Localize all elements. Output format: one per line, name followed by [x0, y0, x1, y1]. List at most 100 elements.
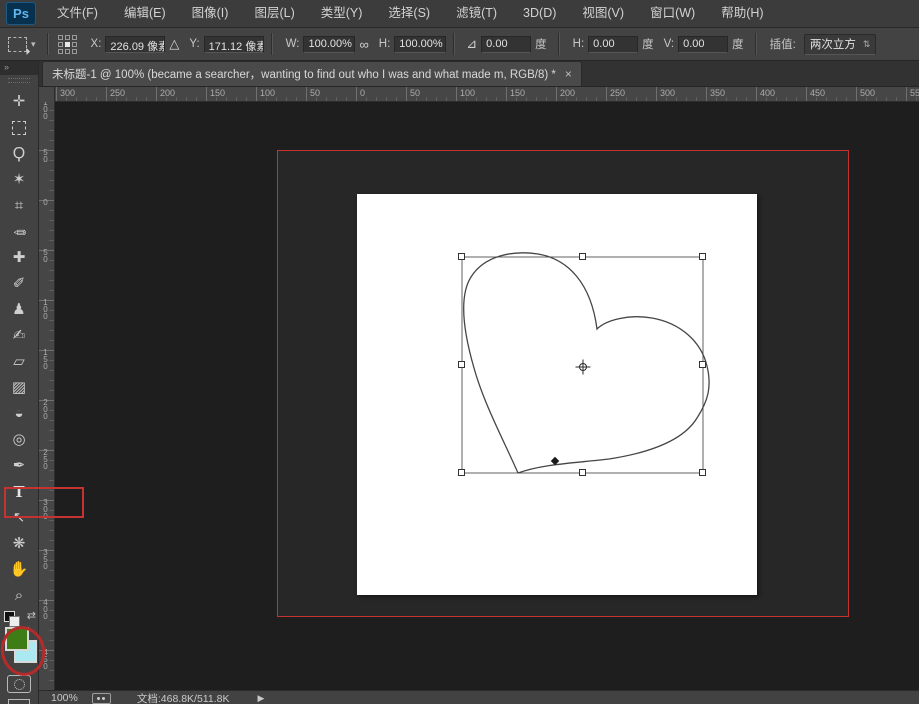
vertical-ruler[interactable]: 10050050100150200250300350400450	[39, 102, 55, 690]
ruler-label: 250	[41, 448, 50, 469]
magic-wand-tool[interactable]: ✶	[4, 167, 34, 193]
document-tab-title: 未标题-1 @ 100% (became a searcher，wanting …	[52, 66, 556, 82]
dodge-tool[interactable]: ◎	[4, 427, 34, 453]
default-colors-icon[interactable]	[4, 611, 15, 622]
transform-handle[interactable]	[458, 361, 465, 368]
ruler-label: 100	[260, 88, 275, 98]
ruler-label: 350	[710, 88, 725, 98]
ruler-label: 0	[360, 88, 365, 98]
lasso-tool[interactable]: Ϙ	[4, 141, 34, 167]
move-tool[interactable]: ✛	[4, 89, 34, 115]
marquee-tool[interactable]	[4, 115, 34, 141]
menu-item[interactable]: 选择(S)	[375, 0, 443, 27]
y-position-field[interactable]: 171.12 像素	[204, 36, 264, 53]
ruler-label: 300	[60, 88, 75, 98]
menu-item[interactable]: 3D(D)	[510, 0, 569, 27]
ruler-label: 400	[41, 598, 50, 619]
width-scale-field[interactable]: 100.00%	[303, 36, 355, 53]
lasso-icon: Ϙ	[13, 146, 25, 162]
ruler-label: 450	[810, 88, 825, 98]
ruler-label: 250	[610, 88, 625, 98]
transform-tool-icon	[8, 37, 27, 52]
degree-label: 度	[642, 36, 654, 52]
panel-grip[interactable]	[8, 78, 30, 83]
skew-v-label: V:	[664, 38, 674, 50]
history-brush-tool[interactable]: ✍	[4, 323, 34, 349]
y-label: Y:	[189, 38, 199, 50]
height-scale-field[interactable]: 100.00%	[394, 36, 446, 53]
clone-stamp-icon: ♟	[12, 302, 25, 317]
tools-panel: » ✛ Ϙ ✶ ⌗ ✎ ✚	[0, 61, 39, 704]
relative-position-toggle[interactable]: △	[165, 36, 183, 52]
menu-item[interactable]: 编辑(E)	[111, 0, 179, 27]
horizontal-ruler[interactable]: 3002502001501005005010015020025030035040…	[55, 87, 919, 102]
ruler-label: 500	[860, 88, 875, 98]
menu-item[interactable]: 窗口(W)	[637, 0, 708, 27]
brush-tool[interactable]: ✐	[4, 271, 34, 297]
foreground-color-swatch[interactable]	[5, 627, 29, 651]
blur-tool[interactable]: ◒	[4, 401, 34, 427]
skew-h-field[interactable]: 0.00	[588, 36, 638, 53]
ruler-label: 100	[41, 102, 50, 119]
crop-tool[interactable]: ⌗	[4, 193, 34, 219]
zoom-level-field[interactable]: 100%	[51, 692, 78, 704]
ruler-label: 150	[41, 348, 50, 369]
quick-mask-button[interactable]	[7, 675, 31, 693]
x-position-field[interactable]: 226.09 像素	[105, 36, 165, 53]
close-tab-icon[interactable]: ×	[565, 67, 572, 81]
updown-arrows-icon: ⇅	[863, 39, 871, 50]
chevron-down-icon[interactable]: ▾	[31, 39, 36, 50]
custom-shape-tool[interactable]: ❋	[4, 531, 34, 557]
interpolation-label: 插值:	[770, 36, 796, 52]
healing-brush-tool[interactable]: ✚	[4, 245, 34, 271]
paint-bucket-tool[interactable]: ▨	[4, 375, 34, 401]
transform-handle[interactable]	[458, 469, 465, 476]
zoom-tool[interactable]: ⌕	[4, 583, 34, 609]
path-selection-tool[interactable]: ↖	[4, 505, 34, 531]
menu-item[interactable]: 滤镜(T)	[443, 0, 510, 27]
path-selection-icon: ↖	[13, 510, 26, 525]
transform-handle[interactable]	[699, 253, 706, 260]
eraser-tool[interactable]: ▱	[4, 349, 34, 375]
ruler-label: 400	[760, 88, 775, 98]
swap-colors-icon[interactable]: ⇄	[27, 609, 36, 622]
ruler-label: 300	[41, 498, 50, 519]
custom-shape-icon: ❋	[13, 536, 26, 551]
collapse-panel-button[interactable]: »	[0, 61, 38, 75]
reference-point-locator[interactable]	[58, 35, 77, 54]
type-tool[interactable]: T	[4, 479, 34, 505]
width-label: W:	[286, 38, 300, 50]
menu-item[interactable]: 帮助(H)	[708, 0, 776, 27]
screen-mode-button[interactable]	[8, 699, 30, 704]
document-page[interactable]	[357, 194, 757, 595]
transform-handle[interactable]	[699, 361, 706, 368]
ruler-label: 150	[510, 88, 525, 98]
photoshop-logo: Ps	[6, 2, 36, 25]
rotation-field[interactable]: 0.00	[481, 36, 531, 53]
transform-handle[interactable]	[699, 469, 706, 476]
eyedropper-tool[interactable]: ✎	[4, 219, 34, 245]
document-size-info[interactable]: 文档:468.8K/511.8K	[137, 691, 230, 704]
hand-tool[interactable]: ✋	[4, 557, 34, 583]
ruler-label: 100	[41, 298, 50, 319]
skew-v-field[interactable]: 0.00	[678, 36, 728, 53]
dodge-icon: ◎	[12, 432, 25, 447]
document-tab[interactable]: 未标题-1 @ 100% (became a searcher，wanting …	[42, 61, 582, 86]
ruler-corner[interactable]	[39, 87, 55, 103]
pen-tool[interactable]: ✒	[4, 453, 34, 479]
menu-item[interactable]: 类型(Y)	[308, 0, 376, 27]
transform-handle[interactable]	[579, 469, 586, 476]
menu-item[interactable]: 视图(V)	[569, 0, 637, 27]
transform-handle[interactable]	[579, 253, 586, 260]
ruler-label: 200	[41, 398, 50, 419]
menu-item[interactable]: 图层(L)	[241, 0, 307, 27]
link-dimensions-icon[interactable]: ∞	[355, 37, 372, 52]
clone-stamp-tool[interactable]: ♟	[4, 297, 34, 323]
brush-icon: ✐	[13, 276, 26, 291]
interpolation-dropdown[interactable]: 两次立方 ⇅	[804, 34, 877, 55]
menu-item[interactable]: 文件(F)	[44, 0, 111, 27]
status-expand-icon[interactable]: ▶	[257, 693, 264, 704]
transform-handle[interactable]	[458, 253, 465, 260]
menu-bar: Ps 文件(F)编辑(E)图像(I)图层(L)类型(Y)选择(S)滤镜(T)3D…	[0, 0, 919, 28]
menu-item[interactable]: 图像(I)	[179, 0, 242, 27]
